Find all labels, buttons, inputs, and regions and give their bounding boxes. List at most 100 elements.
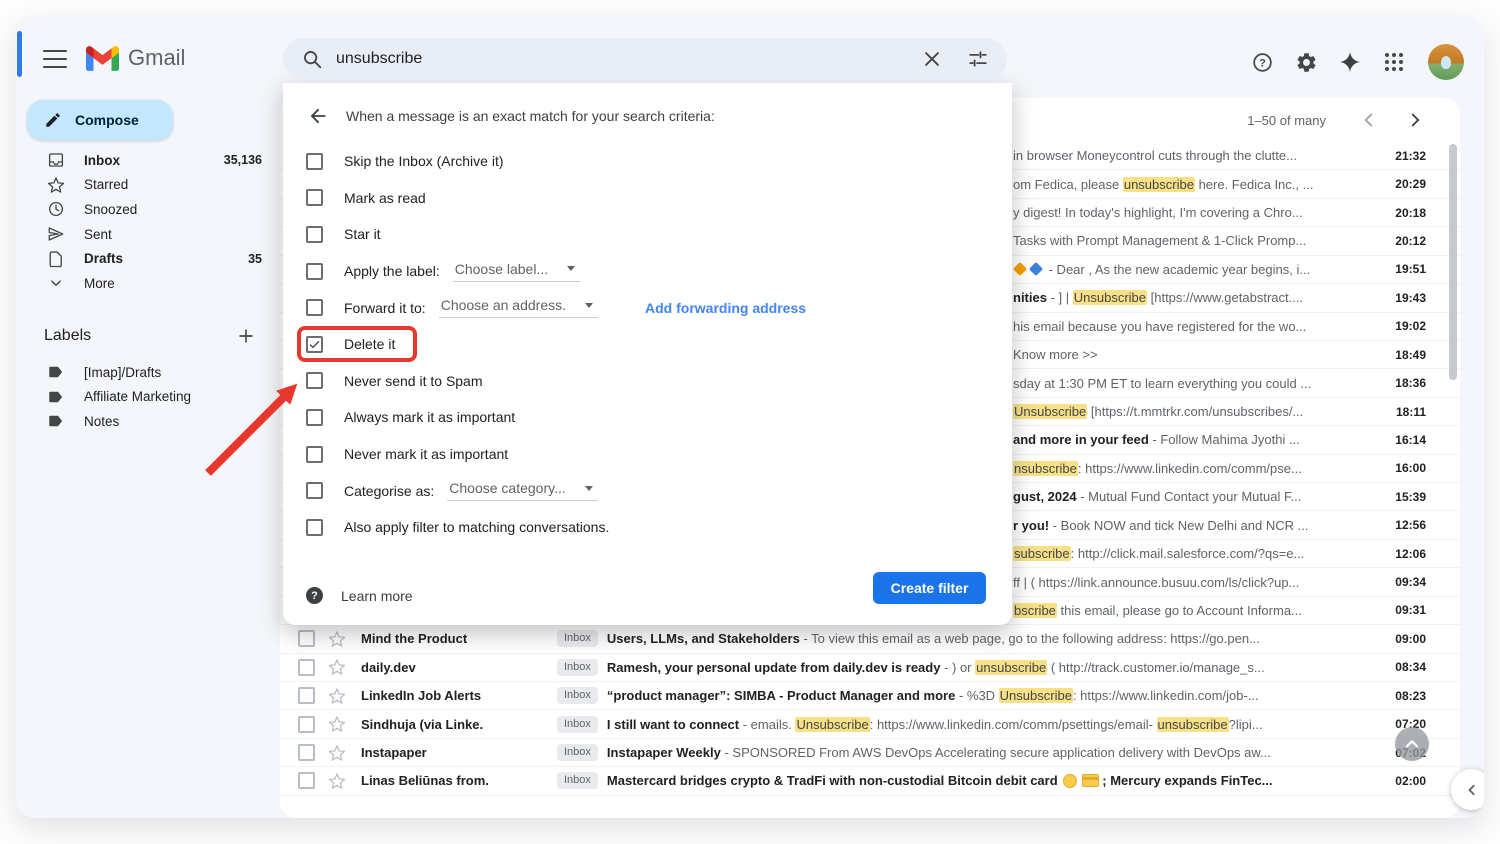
- filter-option-checkbox[interactable]: [306, 372, 323, 389]
- row-time: 20:18: [1395, 206, 1426, 220]
- compose-button[interactable]: Compose: [27, 100, 173, 140]
- sidebar-item-drafts[interactable]: Drafts35: [24, 246, 274, 271]
- snippet-text: : https://www.linkedin.com/comm/pse...: [1078, 461, 1302, 476]
- snippet-text: : https://www.linkedin.com/job-...: [1073, 688, 1259, 703]
- highlighted-text: subscribe: [1013, 546, 1071, 561]
- filter-option-label: Mark as read: [344, 190, 426, 206]
- filter-option-checkbox[interactable]: [306, 336, 323, 353]
- create-filter-button[interactable]: Create filter: [873, 572, 986, 604]
- filter-option-dropdown[interactable]: Choose an address.: [439, 297, 598, 318]
- sidebar-item-snoozed[interactable]: Snoozed: [24, 197, 274, 222]
- filter-option-checkbox[interactable]: [306, 446, 323, 463]
- row-time: 12:06: [1395, 547, 1426, 561]
- email-snippet: ff | ( https://link.announce.busuu.com/l…: [1013, 575, 1383, 590]
- email-row[interactable]: daily.devInboxRamesh, your personal upda…: [280, 654, 1460, 682]
- star-icon: [47, 176, 65, 194]
- row-time: 19:02: [1395, 319, 1426, 333]
- search-icon: [301, 48, 323, 70]
- row-time: 19:43: [1395, 291, 1426, 305]
- sidebar-item-starred[interactable]: Starred: [24, 173, 274, 198]
- clear-search-icon[interactable]: [921, 48, 943, 70]
- add-forwarding-address-link[interactable]: Add forwarding address: [645, 300, 806, 316]
- star-icon[interactable]: [328, 744, 346, 762]
- email-snippet: subscribe: http://click.mail.salesforce.…: [1013, 546, 1383, 561]
- scroll-top-button[interactable]: [1395, 727, 1429, 761]
- back-arrow-icon[interactable]: [307, 105, 329, 127]
- highlighted-text: Unsubscribe: [1013, 404, 1087, 419]
- row-checkbox[interactable]: [298, 630, 315, 647]
- snippet-text: y digest! In today's highlight, I'm cove…: [1013, 205, 1303, 220]
- scrollbar-thumb[interactable]: [1449, 144, 1457, 380]
- sidebar-label-affiliate-marketing[interactable]: Affiliate Marketing: [24, 385, 274, 410]
- side-panel-toggle-button[interactable]: [1451, 769, 1484, 810]
- sidebar-label-notes[interactable]: Notes: [24, 409, 274, 434]
- filter-option-dropdown[interactable]: Choose label...: [453, 261, 580, 282]
- filter-option-dropdown[interactable]: Choose category...: [447, 480, 597, 501]
- dropdown-value: Choose label...: [455, 261, 548, 277]
- row-checkbox[interactable]: [298, 716, 315, 733]
- learn-more-link[interactable]: ? Learn more: [306, 587, 413, 604]
- row-time: 12:56: [1395, 518, 1426, 532]
- highlighted-text: Unsubscribe: [795, 717, 869, 732]
- snippet-text: [https://www.getabstract....: [1147, 290, 1303, 305]
- orange-diamond-icon: [1013, 262, 1027, 276]
- card-icon: [1082, 774, 1099, 787]
- snippet-text: : https://www.linkedin.com/comm/psetting…: [870, 717, 1157, 732]
- newer-page-icon[interactable]: [1358, 109, 1380, 131]
- settings-gear-icon[interactable]: [1294, 50, 1318, 74]
- search-bar[interactable]: unsubscribe: [283, 38, 1007, 80]
- star-icon[interactable]: [328, 715, 346, 733]
- create-label-plus-icon[interactable]: [236, 326, 256, 346]
- star-icon[interactable]: [328, 772, 346, 790]
- email-row[interactable]: Mind the ProductInboxUsers, LLMs, and St…: [280, 625, 1460, 653]
- search-input[interactable]: unsubscribe: [336, 50, 921, 68]
- sidebar-item-sent[interactable]: Sent: [24, 222, 274, 247]
- send-icon: [47, 225, 65, 243]
- sidebar-item-label: Drafts: [84, 251, 123, 266]
- row-checkbox[interactable]: [298, 744, 315, 761]
- blue-diamond-icon: [1029, 262, 1043, 276]
- highlighted-text: nsubscribe: [1013, 461, 1078, 476]
- email-row[interactable]: Linas Beliūnas from.InboxMastercard brid…: [280, 767, 1460, 795]
- snippet-text: here. Fedica Inc., ...: [1195, 177, 1314, 192]
- star-icon[interactable]: [328, 687, 346, 705]
- email-row[interactable]: LinkedIn Job AlertsInbox“product manager…: [280, 682, 1460, 710]
- apps-grid-icon[interactable]: [1382, 50, 1406, 74]
- sidebar-label-imap-drafts[interactable]: [Imap]/Drafts: [24, 360, 274, 385]
- gmail-logo[interactable]: Gmail: [86, 45, 185, 71]
- hamburger-menu-icon[interactable]: [43, 50, 67, 68]
- filter-option-checkbox[interactable]: [306, 519, 323, 536]
- filter-option-checkbox[interactable]: [306, 153, 323, 170]
- snippet-text: this email, please go to Account Informa…: [1057, 603, 1302, 618]
- filter-option-checkbox[interactable]: [306, 263, 323, 280]
- row-checkbox[interactable]: [298, 772, 315, 789]
- filter-option-checkbox[interactable]: [306, 299, 323, 316]
- email-row[interactable]: InstapaperInboxInstapaper Weekly - SPONS…: [280, 739, 1460, 767]
- email-snippet: Users, LLMs, and Stakeholders - To view …: [607, 631, 1383, 646]
- filter-option-checkbox[interactable]: [306, 409, 323, 426]
- filter-option-star-it: Star it: [283, 216, 1012, 253]
- row-checkbox[interactable]: [298, 687, 315, 704]
- filter-option-checkbox[interactable]: [306, 189, 323, 206]
- highlighted-text: bscribe: [1013, 603, 1057, 618]
- filter-option-checkbox[interactable]: [306, 482, 323, 499]
- search-options-icon[interactable]: [967, 48, 989, 70]
- filter-option-checkbox[interactable]: [306, 226, 323, 243]
- sidebar-item-inbox[interactable]: Inbox35,136: [24, 148, 274, 173]
- older-page-icon[interactable]: [1404, 109, 1426, 131]
- help-icon[interactable]: ?: [1250, 50, 1274, 74]
- email-row[interactable]: Sindhuja (via Linke.InboxI still want to…: [280, 710, 1460, 738]
- star-icon[interactable]: [328, 658, 346, 676]
- email-snippet: gust, 2024 - Mutual Fund Contact your Mu…: [1013, 489, 1383, 504]
- sidebar-item-more[interactable]: More: [24, 271, 274, 296]
- dropdown-caret-icon: [585, 303, 593, 308]
- filter-option-mark-as-read: Mark as read: [283, 180, 1012, 217]
- row-checkbox[interactable]: [298, 659, 315, 676]
- filter-option-label: Never mark it as important: [344, 446, 508, 462]
- gemini-star-icon[interactable]: [1338, 50, 1362, 74]
- row-time: 18:49: [1395, 348, 1426, 362]
- email-snippet: nities - ] | Unsubscribe [https://www.ge…: [1013, 290, 1383, 305]
- snippet-text: om Fedica, please: [1013, 177, 1123, 192]
- star-icon[interactable]: [328, 630, 346, 648]
- avatar[interactable]: [1428, 44, 1464, 80]
